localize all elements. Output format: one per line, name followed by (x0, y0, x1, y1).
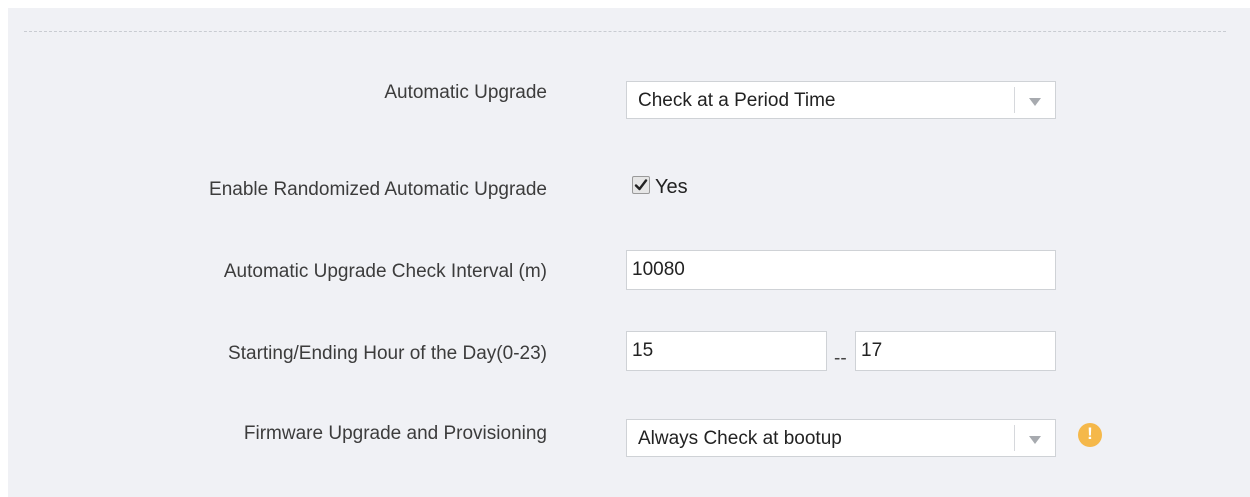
start-hour-input[interactable] (626, 331, 827, 371)
firmware-provisioning-select[interactable]: Always Check at bootup (626, 419, 1056, 457)
automatic-upgrade-select[interactable]: Check at a Period Time (626, 81, 1056, 119)
check-interval-label: Automatic Upgrade Check Interval (m) (223, 261, 547, 282)
warning-glyph: ! (1087, 424, 1093, 443)
hour-range-separator: -- (834, 348, 847, 369)
firmware-provisioning-selected-value: Always Check at bootup (638, 428, 842, 449)
checkmark-icon (634, 179, 648, 191)
firmware-provisioning-label: Firmware Upgrade and Provisioning (243, 423, 547, 444)
automatic-upgrade-selected-value: Check at a Period Time (638, 90, 836, 111)
hours-label: Starting/Ending Hour of the Day(0-23) (228, 343, 547, 364)
check-interval-input[interactable] (626, 250, 1056, 290)
chevron-down-icon (1029, 436, 1041, 444)
randomized-upgrade-checkbox[interactable] (632, 176, 650, 194)
exclamation-circle-icon[interactable]: ! (1078, 423, 1102, 447)
randomized-yes-label[interactable]: Yes (655, 176, 688, 199)
settings-panel: Automatic Upgrade Check at a Period Time… (8, 8, 1250, 497)
dashed-divider (24, 31, 1226, 32)
randomized-upgrade-label: Enable Randomized Automatic Upgrade (209, 179, 547, 200)
dropdown-toggle[interactable] (1014, 425, 1055, 451)
end-hour-input[interactable] (855, 331, 1056, 371)
dropdown-toggle[interactable] (1014, 87, 1055, 113)
automatic-upgrade-label: Automatic Upgrade (384, 82, 547, 103)
chevron-down-icon (1029, 98, 1041, 106)
